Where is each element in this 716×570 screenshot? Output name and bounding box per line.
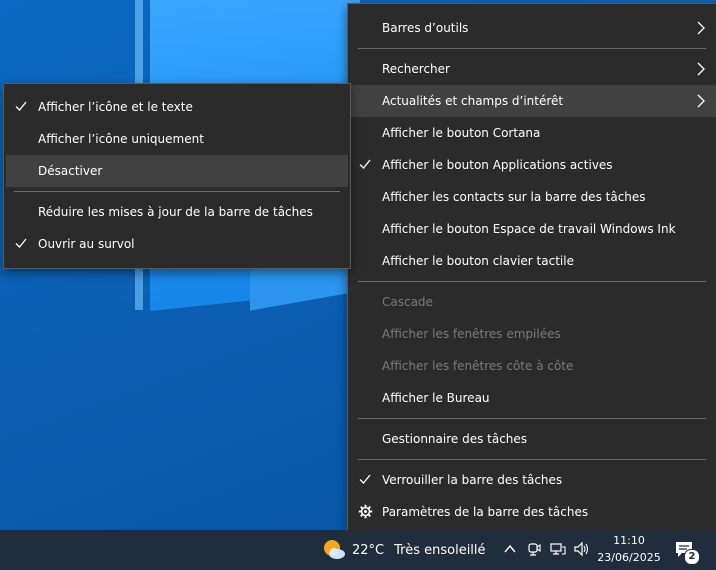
menu-item-show-desktop[interactable]: Afficher le Bureau: [348, 382, 716, 414]
menu-separator: [358, 281, 706, 282]
network-icon[interactable]: [550, 541, 566, 557]
menu-item-side-by-side[interactable]: Afficher les fenêtres côte à côte: [348, 350, 716, 382]
clock-time: 11:10: [613, 534, 645, 547]
menu-item-show-cortana[interactable]: Afficher le bouton Cortana: [348, 117, 716, 149]
checkmark-icon: [358, 472, 372, 486]
submenu-item-turn-off[interactable]: Désactiver: [6, 155, 348, 187]
meet-now-icon[interactable]: [526, 541, 542, 557]
chevron-right-icon: [696, 62, 706, 76]
notification-count-badge: 2: [684, 549, 700, 565]
submenu-item-show-icon-and-text[interactable]: Afficher l’icône et le texte: [4, 91, 350, 123]
menu-item-show-touch-keyboard[interactable]: Afficher le bouton clavier tactile: [348, 245, 716, 277]
news-interests-submenu: Afficher l’icône et le texte Afficher l’…: [3, 83, 351, 269]
submenu-item-reduce-updates[interactable]: Réduire les mises à jour de la barre de …: [4, 196, 350, 228]
clock-date: 23/06/2025: [597, 551, 661, 564]
menu-item-news-interests[interactable]: Actualités et champs d’intérêt: [348, 85, 716, 117]
menu-separator: [14, 191, 340, 192]
checkmark-icon: [358, 157, 372, 171]
weather-condition: Très ensoleillé: [394, 542, 486, 558]
gear-icon: [358, 504, 373, 519]
weather-widget[interactable]: 22°C Très ensoleillé: [322, 536, 486, 564]
menu-separator: [358, 418, 706, 419]
checkmark-icon: [14, 99, 28, 113]
checkmark-icon: [14, 236, 28, 250]
menu-item-taskbar-settings[interactable]: Paramètres de la barre des tâches: [348, 496, 716, 528]
menu-separator: [358, 459, 706, 460]
chevron-right-icon: [696, 94, 706, 108]
weather-temperature: 22°C: [352, 542, 385, 558]
chevron-up-icon[interactable]: [502, 541, 518, 557]
menu-item-show-windows-ink[interactable]: Afficher le bouton Espace de travail Win…: [348, 213, 716, 245]
menu-item-toolbars[interactable]: Barres d’outils: [348, 12, 716, 44]
submenu-item-show-icon-only[interactable]: Afficher l’icône uniquement: [4, 123, 350, 155]
menu-item-cascade[interactable]: Cascade: [348, 286, 716, 318]
menu-separator: [358, 48, 706, 49]
menu-item-search[interactable]: Rechercher: [348, 53, 716, 85]
taskbar: 22°C Très ensoleillé 11:10 23/06/2025 2: [0, 530, 716, 570]
notification-center-button[interactable]: 2: [674, 539, 700, 565]
chevron-right-icon: [696, 21, 706, 35]
sun-cloud-icon: [322, 539, 345, 561]
volume-icon[interactable]: [573, 541, 589, 557]
clock[interactable]: 11:10 23/06/2025: [596, 532, 662, 566]
submenu-item-open-on-hover[interactable]: Ouvrir au survol: [4, 228, 350, 260]
menu-item-show-task-view[interactable]: Afficher le bouton Applications actives: [348, 149, 716, 181]
menu-item-lock-taskbar[interactable]: Verrouiller la barre des tâches: [348, 464, 716, 496]
taskbar-context-menu: Barres d’outils Rechercher Actualités et…: [347, 3, 716, 538]
menu-item-task-manager[interactable]: Gestionnaire des tâches: [348, 423, 716, 455]
menu-item-show-people[interactable]: Afficher les contacts sur la barre des t…: [348, 181, 716, 213]
menu-item-stacked[interactable]: Afficher les fenêtres empilées: [348, 318, 716, 350]
